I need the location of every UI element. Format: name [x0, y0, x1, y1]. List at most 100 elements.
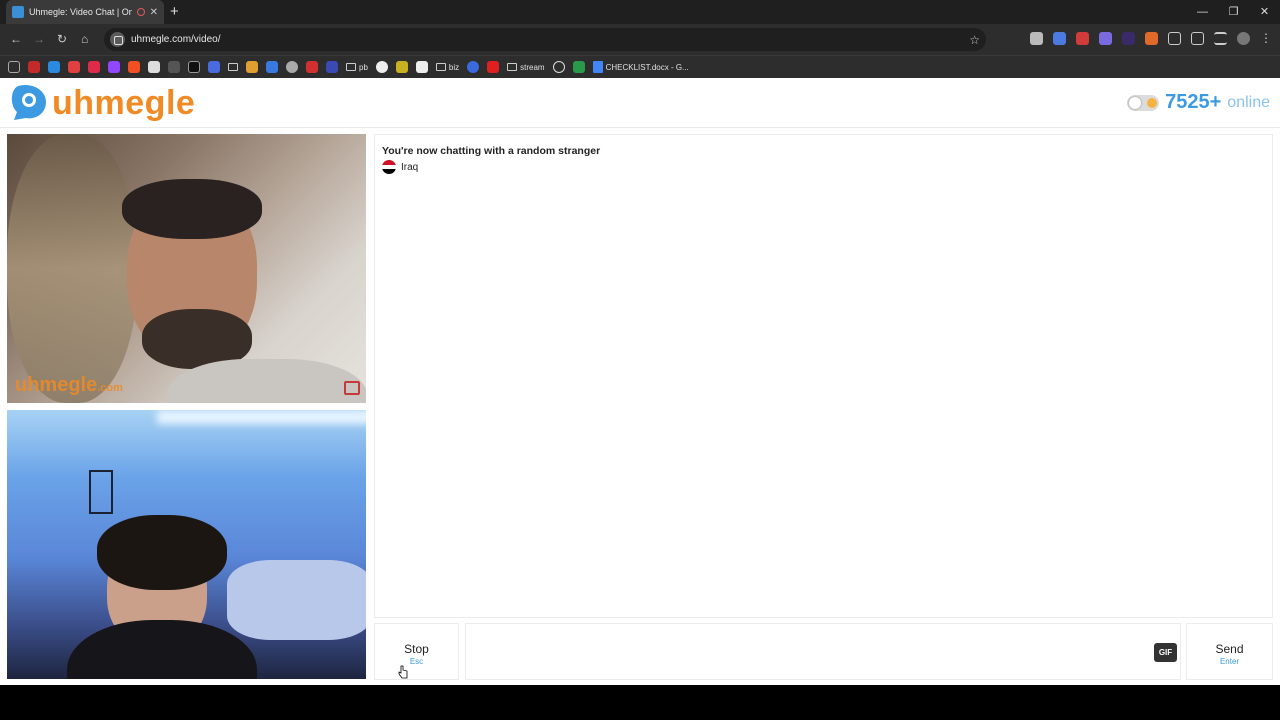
close-tab-icon[interactable]: ✕	[150, 7, 158, 18]
bookmark-icon[interactable]	[68, 61, 80, 73]
gif-button[interactable]: GIF	[1154, 643, 1177, 662]
bookmark-folder-biz[interactable]: biz	[435, 63, 459, 72]
bookmark-icon[interactable]	[552, 61, 565, 73]
bookmark-checklist-doc[interactable]: CHECKLIST.docx - G...	[592, 61, 689, 73]
extensions-puzzle-icon[interactable]	[1168, 32, 1181, 45]
folder-icon	[346, 63, 356, 71]
online-label: online	[1227, 93, 1270, 111]
bookmark-icon[interactable]	[128, 61, 140, 73]
folder-icon	[507, 63, 518, 71]
chat-controls: Stop Esc GIF Send Enter	[374, 623, 1273, 680]
bookmark-icon[interactable]	[266, 61, 278, 73]
send-button-label: Send	[1215, 642, 1244, 656]
profile-avatar-icon[interactable]	[1237, 32, 1250, 45]
chat-status-message: You're now chatting with a random strang…	[382, 145, 601, 157]
folder-icon	[435, 63, 446, 71]
bookmark-icon[interactable]	[28, 61, 40, 73]
wall-frame	[89, 470, 113, 514]
stop-shortcut-hint: Esc	[409, 657, 424, 666]
bookmark-folder-stream[interactable]: stream	[507, 63, 545, 72]
extension-icon[interactable]	[1122, 32, 1135, 45]
reload-icon[interactable]: ↻	[57, 32, 67, 46]
home-icon[interactable]: ⌂	[81, 32, 88, 46]
chat-log: You're now chatting with a random strang…	[374, 134, 1273, 618]
led-light	[157, 410, 366, 424]
bookmark-folder-pb[interactable]: pb	[346, 63, 368, 72]
extensions-row: ⋮	[1030, 32, 1272, 45]
bookmark-icon[interactable]	[467, 61, 480, 73]
bed-sheets	[227, 560, 366, 640]
uhmegle-watermark: uhmegle.com	[15, 374, 123, 396]
iraq-flag-icon	[382, 160, 396, 174]
stranger-video: uhmegle.com	[7, 134, 366, 403]
restore-icon[interactable]: ❐	[1218, 0, 1249, 24]
bookmark-icon[interactable]	[572, 61, 585, 73]
uhmegle-page: uhmegle 7525+ online uhmegle.com You're …	[0, 78, 1280, 685]
tab-title: Uhmegle: Video Chat | Om	[29, 7, 132, 17]
browser-tab[interactable]: Uhmegle: Video Chat | Om ✕	[6, 0, 164, 24]
close-window-icon[interactable]: ✕	[1249, 0, 1280, 24]
x-bookmark-icon[interactable]	[188, 61, 200, 73]
youtube-icon[interactable]	[487, 61, 500, 73]
stop-button[interactable]: Stop Esc	[374, 623, 459, 680]
minimize-icon[interactable]: —	[1187, 0, 1218, 24]
extension-icon[interactable]	[1099, 32, 1112, 45]
site-info-icon[interactable]	[110, 32, 125, 47]
address-bar[interactable]: uhmegle.com/video/ ☆	[104, 28, 986, 51]
hand-cursor-icon	[398, 665, 408, 679]
extension-icon[interactable]	[1076, 32, 1089, 45]
bookmark-icon[interactable]	[326, 61, 338, 73]
country-name: Iraq	[401, 161, 419, 173]
recording-icon	[136, 8, 145, 16]
uhmegle-logo-icon[interactable]	[8, 82, 50, 122]
bookmark-icon[interactable]	[286, 61, 298, 73]
back-icon[interactable]: ←	[10, 32, 22, 46]
report-flag-icon[interactable]	[344, 381, 360, 395]
github-icon[interactable]	[375, 61, 388, 73]
url-text: uhmegle.com/video/	[131, 34, 221, 45]
bookmark-star-icon[interactable]: ☆	[969, 33, 980, 47]
online-indicator: 7525+ online	[1127, 91, 1270, 114]
media-control-icon[interactable]	[1214, 32, 1227, 45]
bookmark-icon[interactable]	[395, 61, 408, 73]
bookmark-icon[interactable]	[246, 61, 258, 73]
theme-toggle[interactable]	[1127, 94, 1160, 111]
logo-text[interactable]: uhmegle	[52, 83, 195, 123]
message-input[interactable]	[465, 623, 1181, 680]
window-controls: — ❐ ✕	[1187, 0, 1280, 24]
browser-toolbar: ← → ↻ ⌂ uhmegle.com/video/ ☆ ⋮	[0, 24, 1280, 55]
translate-extension-icon[interactable]	[1053, 32, 1066, 45]
bookmark-icon[interactable]	[415, 61, 428, 73]
bookmark-icon[interactable]	[88, 61, 100, 73]
site-header: uhmegle 7525+ online	[0, 78, 1280, 128]
bookmark-icon[interactable]	[306, 61, 318, 73]
forward-icon[interactable]: →	[33, 32, 45, 46]
browser-menu-icon[interactable]: ⋮	[1260, 32, 1272, 45]
new-tab-icon[interactable]: +	[170, 3, 179, 21]
stranger-country: Iraq	[382, 160, 418, 174]
bookmark-icon[interactable]	[168, 61, 180, 73]
online-count: 7525+	[1165, 91, 1222, 113]
bookmark-icon[interactable]	[108, 61, 120, 73]
folder-icon[interactable]	[228, 63, 238, 71]
bookmarks-bar: pb biz stream CHECKLIST.docx - G...	[0, 55, 1280, 78]
apps-grid-icon[interactable]	[8, 61, 20, 73]
browser-tab-bar: Uhmegle: Video Chat | Om ✕ + — ❐ ✕	[0, 0, 1280, 24]
bookmark-icon[interactable]	[208, 61, 220, 73]
stop-button-label: Stop	[404, 642, 429, 656]
extension-icon[interactable]	[1145, 32, 1158, 45]
pillow-shape	[7, 134, 137, 403]
self-video	[7, 410, 366, 679]
bookmark-icon[interactable]	[148, 61, 160, 73]
google-docs-icon	[592, 61, 603, 73]
send-shortcut-hint: Enter	[1219, 657, 1240, 666]
stranger-hair	[122, 179, 262, 239]
extension-icon[interactable]	[1030, 32, 1043, 45]
sun-icon	[1147, 97, 1158, 108]
self-hoodie	[67, 620, 257, 679]
bookmark-icon[interactable]	[48, 61, 60, 73]
self-hair	[97, 515, 227, 590]
send-button[interactable]: Send Enter	[1186, 623, 1273, 680]
cast-icon[interactable]	[1191, 32, 1204, 45]
site-favicon-icon	[12, 6, 24, 18]
